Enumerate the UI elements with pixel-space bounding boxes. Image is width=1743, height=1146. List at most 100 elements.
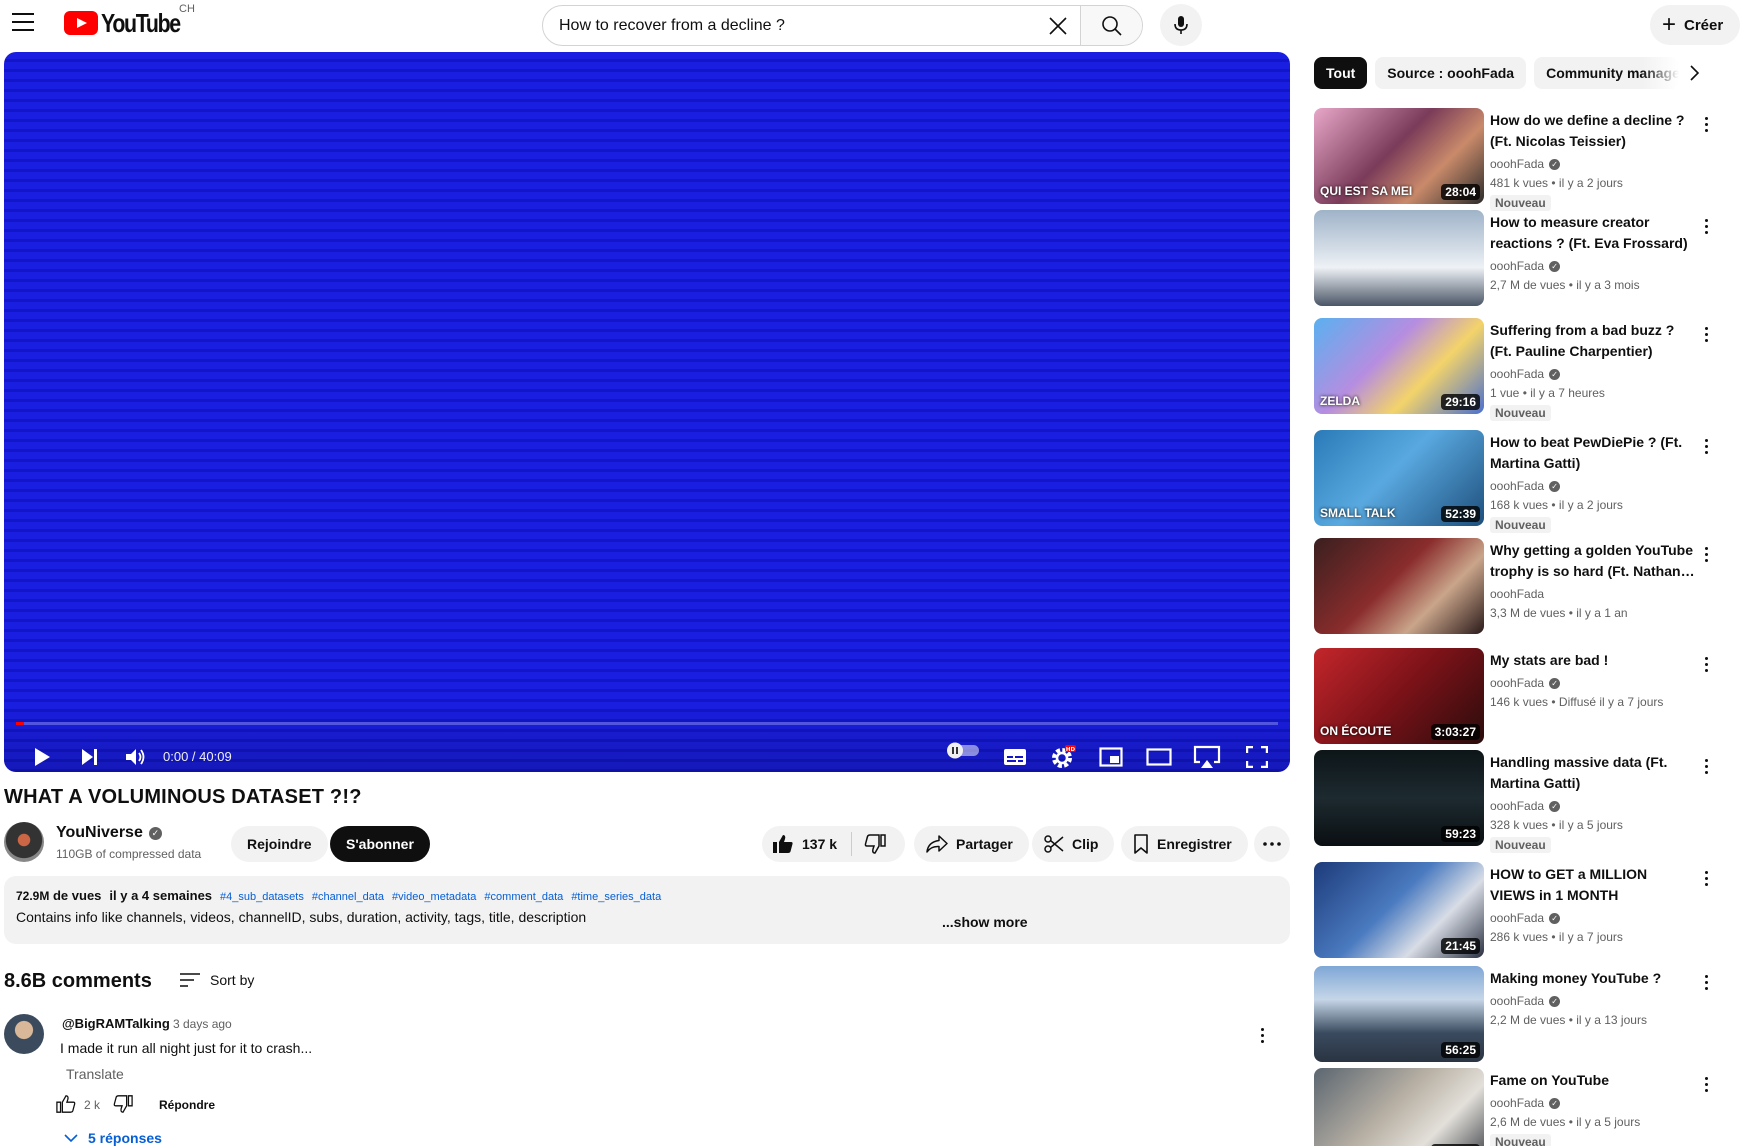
like-button[interactable]: 137 k xyxy=(762,826,851,862)
video-channel[interactable]: ooohFada ✓ xyxy=(1490,911,1561,925)
video-title[interactable]: Making money YouTube ? xyxy=(1490,968,1695,989)
video-more-button[interactable] xyxy=(1698,1072,1714,1096)
channel-avatar[interactable] xyxy=(4,822,44,862)
video-thumbnail[interactable] xyxy=(1314,210,1484,306)
video-channel[interactable]: ooohFada ✓ xyxy=(1490,479,1561,493)
video-channel[interactable]: ooohFada ✓ xyxy=(1490,994,1561,1008)
voice-search-button[interactable] xyxy=(1160,4,1202,46)
settings-button[interactable]: HD xyxy=(1046,740,1080,772)
video-channel[interactable]: ooohFada ✓ xyxy=(1490,259,1561,273)
video-more-button[interactable] xyxy=(1698,652,1714,676)
hashtag-link[interactable]: #4_sub_datasets xyxy=(220,891,304,903)
search-input[interactable] xyxy=(543,6,1036,45)
sort-comments-button[interactable]: Sort by xyxy=(180,968,254,992)
video-thumbnail[interactable]: 59:23 xyxy=(1314,750,1484,846)
theater-mode-button[interactable] xyxy=(1142,740,1176,772)
video-more-button[interactable] xyxy=(1698,322,1714,346)
view-replies-button[interactable]: 5 réponses xyxy=(64,1130,162,1146)
next-button[interactable] xyxy=(74,740,106,772)
video-title[interactable]: How to measure creator reactions ? (Ft. … xyxy=(1490,212,1695,254)
hashtag-link[interactable]: #comment_data xyxy=(484,891,563,903)
airplay-button[interactable] xyxy=(1190,740,1224,772)
share-button[interactable]: Partager xyxy=(914,826,1029,862)
recommended-video[interactable]: SMALL TALK 52:39 How to beat PewDiePie ? (… xyxy=(1314,430,1734,533)
clip-button[interactable]: Clip xyxy=(1032,826,1115,862)
recommended-video[interactable]: 59:23 Handling massive data (Ft. Martina … xyxy=(1314,750,1734,853)
miniplayer-button[interactable] xyxy=(1094,740,1128,772)
comment-dislike-button[interactable] xyxy=(113,1094,135,1116)
youtube-logo[interactable]: YouTube xyxy=(64,8,197,38)
video-title[interactable]: My stats are bad ! xyxy=(1490,650,1695,671)
show-more-link[interactable]: ...show more xyxy=(942,914,1028,930)
chips-next-button[interactable] xyxy=(1683,62,1705,84)
video-title[interactable]: Fame on YouTube xyxy=(1490,1070,1695,1091)
video-thumbnail[interactable]: QUI EST SA MEI 28:04 xyxy=(1314,108,1484,204)
search-button[interactable] xyxy=(1080,6,1142,45)
fullscreen-button[interactable] xyxy=(1240,740,1274,772)
subtitles-button[interactable] xyxy=(998,740,1032,772)
video-channel[interactable]: ooohFada ✓ xyxy=(1490,367,1561,381)
menu-icon[interactable] xyxy=(10,10,36,34)
video-more-button[interactable] xyxy=(1698,754,1714,778)
recommended-video[interactable]: 1:08:07 Fame on YouTube ooohFada✓ 2,6 M de … xyxy=(1314,1068,1734,1146)
video-channel[interactable]: ooohFada ✓ xyxy=(1490,676,1561,690)
comment-author[interactable]: @BigRAMTalking xyxy=(62,1016,170,1031)
comment-like-button[interactable] xyxy=(56,1094,78,1116)
dislike-button[interactable] xyxy=(852,826,898,862)
clear-search-icon[interactable] xyxy=(1036,6,1080,45)
chip-all[interactable]: Tout xyxy=(1314,57,1368,89)
video-more-button[interactable] xyxy=(1698,434,1714,458)
video-title[interactable]: HOW to GET a MILLION VIEWS in 1 MONTH xyxy=(1490,864,1695,906)
video-player[interactable]: 0:00 / 40:09 HD xyxy=(4,52,1290,772)
recommended-video[interactable]: 56:25 Making money YouTube ? ooohFada ✓ 2,2 … xyxy=(1314,966,1734,1066)
recommended-video[interactable]: QUI EST SA MEI 28:04 How do we define a de… xyxy=(1314,108,1734,211)
video-more-button[interactable] xyxy=(1698,866,1714,890)
video-more-button[interactable] xyxy=(1698,214,1714,238)
recommended-video[interactable]: ZELDA 29:16 Suffering from a bad buzz ? (F… xyxy=(1314,318,1734,421)
translate-link[interactable]: Translate xyxy=(66,1066,124,1082)
hashtag-link[interactable]: #video_metadata xyxy=(392,891,476,903)
recommended-video[interactable]: Why getting a golden YouTube trophy is s… xyxy=(1314,538,1734,638)
join-button[interactable]: Rejoindre xyxy=(231,826,328,862)
recommended-video[interactable]: 21:45 HOW to GET a MILLION VIEWS in 1 MON… xyxy=(1314,862,1734,962)
recommended-video[interactable]: ON ÉCOUTE 3:03:27 My stats are bad ! ooohFa… xyxy=(1314,648,1734,748)
play-button[interactable] xyxy=(26,740,58,772)
video-thumbnail[interactable]: 56:25 xyxy=(1314,966,1484,1062)
video-title[interactable]: Suffering from a bad buzz ? (Ft. Pauline… xyxy=(1490,320,1695,362)
video-channel[interactable]: ooohFada ✓ xyxy=(1490,799,1561,813)
video-title[interactable]: Why getting a golden YouTube trophy is s… xyxy=(1490,540,1695,582)
create-button[interactable]: + Créer xyxy=(1650,5,1740,45)
video-more-button[interactable] xyxy=(1698,542,1714,566)
comment-time[interactable]: 3 days ago xyxy=(173,1017,232,1031)
comment-avatar[interactable] xyxy=(4,1014,44,1054)
video-title[interactable]: Handling massive data (Ft. Martina Gatti… xyxy=(1490,752,1695,794)
video-title[interactable]: How do we define a decline ? (Ft. Nicola… xyxy=(1490,110,1695,152)
video-title[interactable]: How to beat PewDiePie ? (Ft. Martina Gat… xyxy=(1490,432,1695,474)
video-more-button[interactable] xyxy=(1698,112,1714,136)
reply-button[interactable]: Répondre xyxy=(159,1098,215,1112)
subscribe-button[interactable]: S'abonner xyxy=(330,826,430,862)
autoplay-toggle[interactable] xyxy=(945,741,981,759)
recommended-video[interactable]: How to measure creator reactions ? (Ft. … xyxy=(1314,210,1734,310)
save-button[interactable]: Enregistrer xyxy=(1121,826,1248,862)
video-thumbnail[interactable]: SMALL TALK 52:39 xyxy=(1314,430,1484,526)
hashtag-link[interactable]: #channel_data xyxy=(312,891,384,903)
video-more-button[interactable] xyxy=(1698,970,1714,994)
volume-button[interactable] xyxy=(120,740,152,772)
video-channel[interactable]: ooohFada xyxy=(1490,587,1544,601)
video-thumbnail[interactable]: 1:08:07 xyxy=(1314,1068,1484,1146)
video-thumbnail[interactable]: 21:45 xyxy=(1314,862,1484,958)
more-actions-button[interactable] xyxy=(1254,826,1290,862)
chip-community[interactable]: Community manage xyxy=(1534,57,1680,89)
video-thumbnail[interactable]: ON ÉCOUTE 3:03:27 xyxy=(1314,648,1484,744)
video-thumbnail[interactable]: ZELDA 29:16 xyxy=(1314,318,1484,414)
description-box[interactable]: 72.9M de vues il y a 4 semaines #4_sub_d… xyxy=(4,876,1290,944)
chip-source[interactable]: Source : ooohFada xyxy=(1375,57,1527,89)
video-channel[interactable]: ooohFada ✓ xyxy=(1490,157,1561,171)
video-channel[interactable]: ooohFada ✓ xyxy=(1490,1096,1561,1110)
comment-more-button[interactable] xyxy=(1254,1024,1270,1048)
video-thumbnail[interactable] xyxy=(1314,538,1484,634)
hashtag-link[interactable]: #time_series_data xyxy=(571,891,661,903)
progress-bar[interactable] xyxy=(16,722,1278,725)
channel-name[interactable]: YouNiverse ✓ xyxy=(56,824,162,842)
